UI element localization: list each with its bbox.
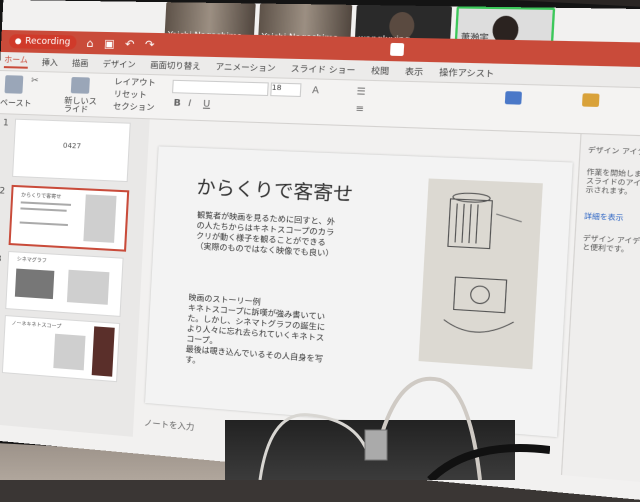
recording-badge[interactable]: Recording	[8, 34, 77, 50]
save-icon[interactable]: ▣	[104, 37, 115, 51]
home-icon[interactable]: ⌂	[86, 36, 94, 49]
tab-draw[interactable]: 描画	[72, 57, 89, 69]
thumbnail-number: 1	[2, 118, 9, 129]
tab-design[interactable]: デザイン	[102, 58, 136, 70]
tab-animations[interactable]: アニメーション	[215, 61, 276, 74]
document-icon	[389, 42, 405, 57]
pane-link[interactable]: 詳細を表示	[584, 212, 640, 225]
thumbnail-number: 3	[0, 254, 2, 264]
tab-home[interactable]: ホーム	[3, 54, 29, 69]
slide-thumbnails-pane: 1 0427 2 からくりで客寄せ 3 シネマグラフ 4 ノーネキネトスコープ	[0, 114, 150, 437]
thumbnail-number: 2	[0, 186, 6, 197]
redo-icon[interactable]: ↷	[145, 37, 155, 51]
thumbnail-title: からくりで客寄せ	[20, 192, 62, 201]
slide-thumbnail[interactable]: シネマグラフ	[5, 250, 124, 317]
thumbnail-title: シネマグラフ	[16, 256, 47, 265]
bullets-icon[interactable]: ☰	[356, 87, 366, 98]
design-ideas-pane: デザイン アイデア 作業を開始しましょう。スライドのアイデアが表示されます。 詳…	[560, 134, 640, 485]
align-icon[interactable]: ≡	[355, 104, 364, 115]
pane-text-secondary: デザイン アイデアを使うと便利です。	[582, 233, 640, 254]
cut-icon[interactable]: ✂	[31, 76, 39, 86]
text-color-icon[interactable]: A	[312, 86, 319, 97]
section-button[interactable]: セクション	[113, 101, 155, 114]
sketch-image[interactable]	[418, 178, 543, 370]
layout-button[interactable]: レイアウト	[114, 76, 156, 88]
cables	[258, 376, 550, 480]
slide-title[interactable]: からくりで客寄せ	[196, 173, 354, 207]
recording-label: Recording	[24, 36, 71, 48]
tab-review[interactable]: 校閲	[371, 64, 390, 76]
underline-icon[interactable]: U	[203, 99, 211, 110]
paste-icon[interactable]	[4, 75, 24, 94]
slide-story-text[interactable]: 映画のストーリー例 キネトスコープに訴嘆が強み書いていた。しかし、シネマトグラフ…	[185, 293, 329, 376]
tab-view[interactable]: 表示	[405, 65, 424, 77]
tab-transitions[interactable]: 画面切り替え	[150, 59, 201, 72]
shapes-icon[interactable]	[504, 91, 522, 105]
slide-body-text[interactable]: 観覧者が映画を見るために回すと、外の人たちからはキネトスコープのカラクリが動く様…	[195, 210, 338, 259]
record-dot-icon	[14, 38, 22, 45]
reset-button[interactable]: リセット	[113, 88, 147, 100]
thumbnail-title: ノーネキネトスコープ	[11, 320, 62, 331]
new-slide-icon[interactable]	[70, 76, 90, 94]
paste-button[interactable]: ペースト	[0, 97, 32, 109]
bold-icon[interactable]: B	[173, 98, 181, 109]
tab-slideshow[interactable]: スライド ショー	[290, 62, 356, 75]
font-name-select[interactable]	[172, 79, 269, 97]
undo-icon[interactable]: ↶	[125, 37, 135, 51]
new-slide-button[interactable]: 新しいスライド	[64, 96, 101, 114]
font-size-select[interactable]: 18	[270, 82, 302, 98]
pane-heading: デザイン アイデア	[587, 145, 640, 157]
slide-thumbnail-selected[interactable]: からくりで客寄せ	[8, 184, 130, 252]
slide-thumbnail[interactable]: 0427	[12, 118, 131, 183]
design-ideas-icon[interactable]	[581, 93, 600, 108]
notes-input[interactable]: ノートを入力	[144, 417, 195, 433]
tab-insert[interactable]: 挿入	[42, 56, 59, 68]
tab-tell-me[interactable]: 操作アシスト	[439, 66, 495, 79]
italic-icon[interactable]: I	[188, 99, 191, 109]
thumbnail-title: 0427	[62, 141, 82, 151]
slide-thumbnail[interactable]: ノーネキネトスコープ	[1, 315, 121, 383]
pane-text: 作業を開始しましょう。スライドのアイデアが表示されます。	[585, 167, 640, 197]
